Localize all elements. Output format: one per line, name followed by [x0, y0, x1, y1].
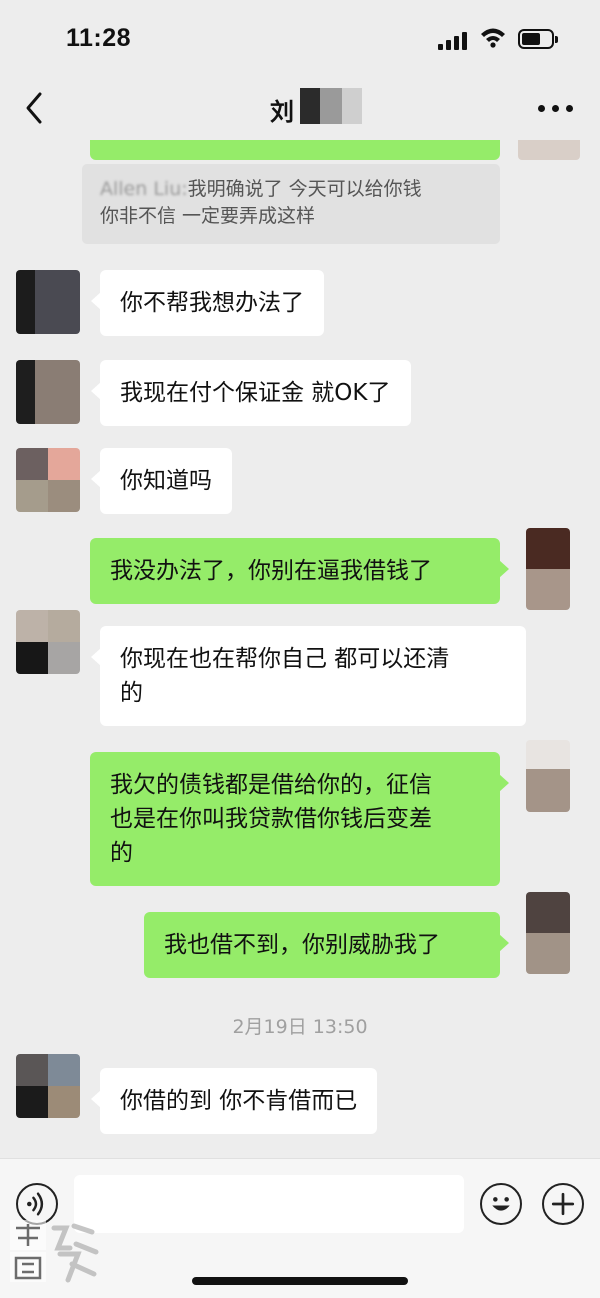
quote-line2: 你非不信 一定要弄成这样 — [100, 205, 316, 227]
avatar-contact[interactable] — [16, 360, 80, 424]
emoji-icon[interactable] — [480, 1183, 522, 1225]
message-text: 我没办法了，你别在逼我借钱了 — [110, 558, 432, 584]
message-text-line: 的 — [110, 840, 133, 866]
chat-messages[interactable]: Allen Liu:我明确说了 今天可以给你钱 你非不信 一定要弄成这样 你不帮… — [0, 140, 600, 1158]
quote-line1: 我明确说了 今天可以给你钱 — [187, 178, 422, 200]
avatar-self[interactable] — [526, 740, 570, 812]
avatar-contact[interactable] — [16, 448, 80, 512]
avatar-self[interactable] — [526, 528, 570, 610]
avatar-self[interactable] — [526, 892, 570, 974]
message-bubble: 你不帮我想办法了 — [91, 270, 324, 336]
plus-circle-icon[interactable] — [542, 1183, 584, 1225]
chat-header: 刘 — [0, 78, 600, 140]
message-text: 我也借不到，你别威胁我了 — [164, 932, 440, 958]
message-text-line: 的 — [120, 680, 143, 706]
home-indicator — [192, 1277, 408, 1285]
message-bubble: 你现在也在帮你自己 都可以还清 的 — [91, 626, 526, 726]
chat-title: 刘 — [270, 98, 294, 126]
chevron-left-icon[interactable] — [18, 90, 52, 126]
message-bubble-partial — [90, 140, 500, 160]
message-text-line: 我欠的债钱都是借给你的，征信 — [110, 772, 432, 798]
avatar-self-partial — [518, 140, 580, 160]
cellular-signal-icon — [438, 30, 468, 50]
message-text: 你不帮我想办法了 — [120, 290, 304, 316]
more-dots-icon[interactable] — [536, 98, 576, 118]
name-mosaic — [300, 84, 362, 130]
message-bubble: 你知道吗 — [91, 448, 232, 514]
message-bubble: 我欠的债钱都是借给你的，征信 也是在你叫我贷款借你钱后变差 的 — [90, 752, 509, 886]
quoted-message: Allen Liu:我明确说了 今天可以给你钱 你非不信 一定要弄成这样 — [82, 164, 500, 244]
status-time: 11:28 — [66, 24, 132, 52]
status-bar: 11:28 — [0, 0, 600, 78]
message-text-line: 你现在也在帮你自己 都可以还清 — [120, 646, 450, 672]
message-bubble: 我没办法了，你别在逼我借钱了 — [90, 538, 509, 604]
message-text: 我现在付个保证金 就OK了 — [120, 380, 391, 406]
message-input[interactable] — [74, 1175, 464, 1233]
wifi-icon — [481, 28, 505, 48]
watermark-logo — [10, 1220, 99, 1283]
avatar-contact[interactable] — [16, 270, 80, 334]
battery-icon — [518, 29, 558, 49]
message-bubble: 我现在付个保证金 就OK了 — [91, 360, 411, 426]
message-text-line: 也是在你叫我贷款借你钱后变差 — [110, 806, 432, 832]
message-bubble: 我也借不到，你别威胁我了 — [144, 912, 509, 978]
message-bubble: 你借的到 你不肯借而已 — [90, 1068, 378, 1134]
avatar-contact[interactable] — [16, 1054, 80, 1118]
message-text: 你借的到 你不肯借而已 — [120, 1088, 358, 1114]
quote-sender: Allen Liu: — [100, 178, 188, 200]
message-text: 你知道吗 — [120, 468, 212, 494]
message-timestamp: 2月19日 13:50 — [232, 1016, 368, 1038]
avatar-contact[interactable] — [16, 610, 80, 674]
